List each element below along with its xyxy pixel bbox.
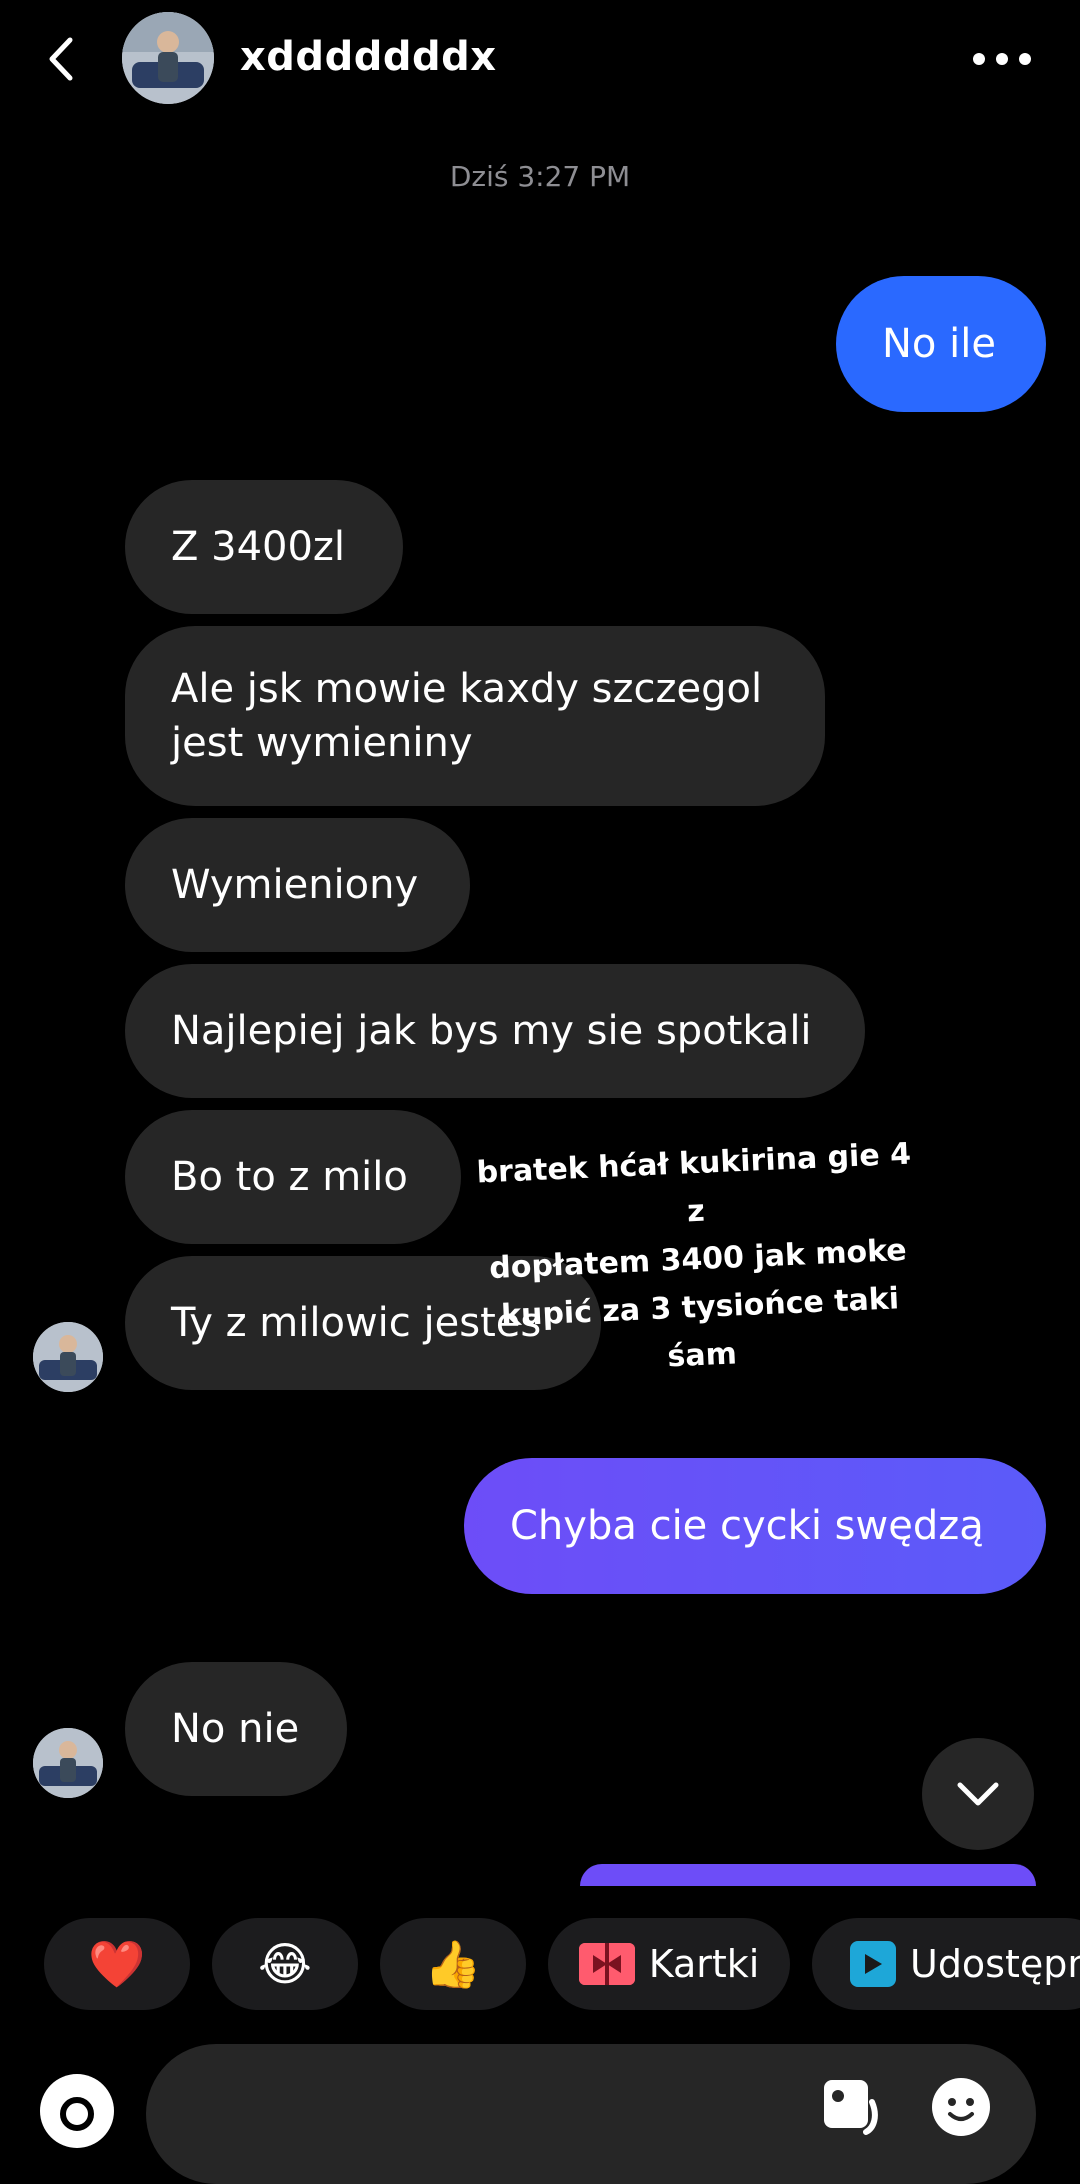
received-message[interactable]: No nie [125,1662,347,1796]
message-text: No nie [171,1706,300,1752]
received-message[interactable]: Ale jsk mowie kaxdy szczegol jest wymien… [125,626,825,806]
laughing-emoji-icon: 😂 [258,1937,312,1991]
camera-button[interactable] [40,2074,114,2148]
message-text: Wymieniony [171,862,419,908]
message-text: Chyba cie cycki swędzą [510,1503,984,1549]
sender-avatar[interactable] [33,1322,103,1392]
reaction-laugh-button[interactable]: 😂 [212,1918,358,2010]
gallery-icon[interactable] [820,2076,880,2136]
overlay-line: kupić za 3 tysiońce taki śam [500,1281,900,1375]
message-text: Ale jsk mowie kaxdy szczegol jest wymien… [171,666,763,766]
overlay-caption: bratek hćał kukirina gie 4 z dopłatem 34… [473,1131,923,1390]
more-options-icon[interactable] [972,52,1032,66]
contact-avatar[interactable] [122,12,214,104]
received-message[interactable]: Najlepiej jak bys my sie spotkali [125,964,865,1098]
received-message[interactable]: Wymieniony [125,818,470,952]
share-play-icon [850,1941,896,1987]
chat-timestamp: Dziś 3:27 PM [449,160,631,193]
share-label: Udostępn [910,1942,1080,1986]
kartki-button[interactable]: Kartki [548,1918,790,2010]
message-input[interactable] [146,2044,1036,2184]
reaction-heart-button[interactable]: ❤️ [44,1918,190,2010]
scroll-to-bottom-button[interactable] [922,1738,1034,1850]
back-arrow-icon[interactable] [40,34,90,84]
sent-message-partial [580,1864,1036,1886]
received-message[interactable]: Bo to z milo [125,1110,461,1244]
message-text: Z 3400zl [171,524,346,570]
sent-message[interactable]: Chyba cie cycki swędzą [464,1458,1046,1594]
message-text: Bo to z milo [171,1154,408,1200]
received-message[interactable]: Z 3400zl [125,480,403,614]
gift-card-icon [578,1943,635,1985]
sticker-icon[interactable] [930,2076,992,2138]
sender-avatar[interactable] [33,1728,103,1798]
kartki-label: Kartki [648,1942,760,1986]
contact-username[interactable]: xdddddddx [240,34,497,80]
reaction-thumbs-up-button[interactable]: 👍 [380,1918,526,2010]
camera-icon [60,2097,94,2131]
thumbs-up-emoji-icon: 👍 [424,1936,482,1991]
chevron-down-icon [957,1782,999,1806]
heart-emoji-icon: ❤️ [88,1936,146,1991]
share-button[interactable]: Udostępn [812,1918,1080,2010]
message-text: Najlepiej jak bys my sie spotkali [171,1008,812,1054]
message-text: No ile [882,321,996,367]
sent-message[interactable]: No ile [836,276,1046,412]
